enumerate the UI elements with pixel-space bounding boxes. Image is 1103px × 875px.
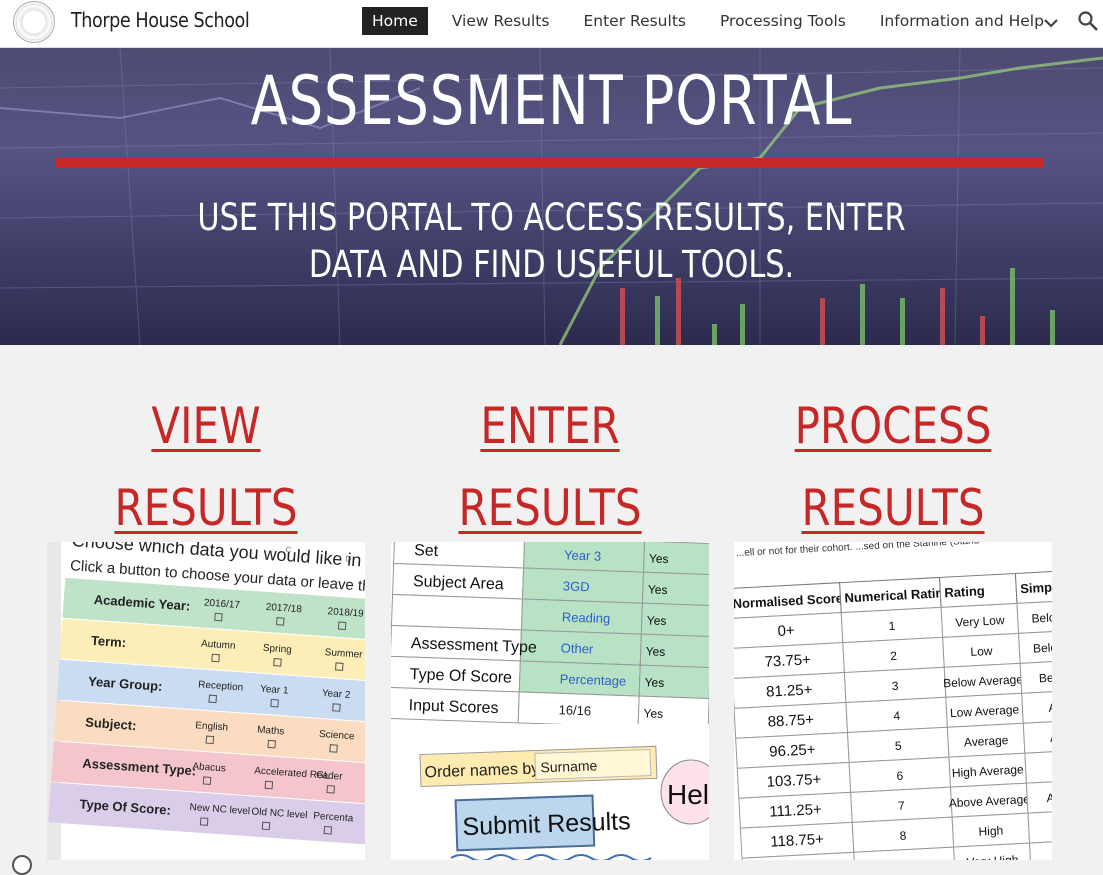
nav-enter-results[interactable]: Enter Results [573,7,696,35]
process-cell-text: 6 [896,769,904,783]
process-cell-text: 88.75+ [767,711,814,730]
nav-home[interactable]: Home [362,7,428,35]
process-results-link-line2[interactable]: RESULTS [749,467,1038,549]
enter-row-flag: Yes [647,613,667,628]
process-cell-text: A [1048,701,1052,715]
info-icon[interactable] [12,855,32,875]
process-results-link-line1[interactable]: PROCESS [749,385,1038,467]
enter-results-link-line1[interactable]: ENTER [406,385,695,467]
process-cell-text: 3 [891,679,899,693]
enter-results-image[interactable]: Set Year 3 Yes Subject Area 3GD Yes Reading Yes… [391,542,709,860]
enter-row-label: Type Of Score [409,666,512,687]
process-cell [1022,719,1052,754]
chevron-down-icon[interactable] [1041,13,1061,33]
enter-results-column: ENTER RESULTS [378,385,722,549]
view-option-label: English [195,720,228,733]
process-cell-text: Low [970,644,993,659]
enter-row-value: Percentage [559,671,626,688]
process-cell [1029,839,1052,860]
process-cell-text: 9 [901,858,909,860]
process-results-table: ...ell or not for their cohort. ...sed o… [734,542,1052,860]
enter-row-value: 3GD [563,578,590,594]
process-cell-text: 118.75+ [770,831,825,851]
process-cell-text: 8 [899,829,907,843]
process-results-image[interactable]: ...ell or not for their cohort. ...sed o… [734,542,1052,860]
order-value: Surname [540,757,598,775]
site-title[interactable]: Thorpe House School [71,8,250,32]
hero-title: ASSESSMENT PORTAL [250,62,853,141]
view-results-sheet: B C D Choose which data you would like i… [47,542,365,860]
enter-row-flag: Yes [643,706,663,721]
nav-view-results[interactable]: View Results [442,7,560,35]
enter-row-flag: Yes [645,644,665,659]
enter-row-flag: Yes [648,582,668,597]
view-option-label: Year 1 [260,684,290,697]
enter-row-label: Set [414,542,439,560]
process-cell-text: 4 [893,709,901,723]
view-results-image[interactable]: B C D Choose which data you would like i… [47,542,365,860]
process-cell-text: 103.75+ [766,771,822,791]
submit-results-button: Submit Results [462,807,631,841]
main-nav: Home View Results Enter Results Processi… [362,6,1068,36]
process-cell-text: Belo [1039,670,1052,685]
top-bar: Thorpe House School Home View Results En… [0,0,1103,48]
enter-results-link-line2[interactable]: RESULTS [406,467,695,549]
process-results-column: PROCESS RESULTS [721,385,1065,549]
hero-banner: ASSESSMENT PORTAL USE THIS PORTAL TO ACC… [0,48,1103,345]
enter-results-sheet: Set Year 3 Yes Subject Area 3GD Yes Reading Yes… [391,542,709,860]
process-cell-text: 96.25+ [769,741,816,760]
enter-row-value: Reading [562,609,611,626]
enter-row-label: Input Scores [408,697,498,717]
enter-row-label-cell [391,593,524,631]
view-results-link-line2[interactable]: RESULTS [62,467,351,549]
enter-row-value: Year 3 [564,547,602,563]
enter-row-flag: Yes [644,675,664,690]
process-cell-text: A [1051,760,1052,774]
process-cell-text: 0+ [777,622,795,640]
process-cell-text: 5 [895,739,903,753]
process-cell-text: A [1050,730,1052,744]
enter-row-label: Subject Area [413,573,504,593]
help-bubble: Help [667,779,709,810]
process-header-label: Rating [944,583,985,600]
process-cell [1027,809,1052,844]
view-option-label: GL [316,770,331,782]
search-icon[interactable] [1076,9,1100,33]
hero-subtitle: USE THIS PORTAL TO ACCESS RESULTS, ENTER… [197,196,906,286]
process-cell-text: Below [1031,610,1052,626]
process-cell-text: 1 [888,619,896,633]
process-cell-text: Very Low [955,613,1005,630]
process-cell-text: Below [1033,640,1052,656]
process-header-label: Simplifi [1020,579,1052,596]
process-cell-text: 73.75+ [764,651,811,670]
enter-row-flag: Yes [649,551,669,566]
process-cell-text: 111.25+ [769,801,822,821]
view-row-label: Term: [91,633,127,650]
view-option-label: Year 2 [321,688,351,701]
view-results-link-line1[interactable]: VIEW [62,385,351,467]
school-logo[interactable] [13,1,55,43]
hero-divider [55,158,1044,168]
process-cell [1024,749,1052,784]
view-option-label: Spring [263,643,293,656]
nav-information-help[interactable]: Information and Help [870,7,1054,35]
view-option-label: Abacus [192,761,226,774]
process-cell-text: 81.25+ [766,681,813,700]
process-cell-text: Abo [1046,790,1052,805]
process-cell-text: Average [964,733,1009,749]
view-option-label: Maths [257,725,285,738]
view-results-column: VIEW RESULTS [34,385,378,549]
process-cell-text: 2 [890,649,898,663]
nav-processing-tools[interactable]: Processing Tools [710,7,856,35]
enter-row-value: Other [561,640,595,656]
process-cell-text: 7 [898,799,906,813]
process-cell-text: High [978,823,1003,838]
enter-row-value: 16/16 [558,702,591,718]
